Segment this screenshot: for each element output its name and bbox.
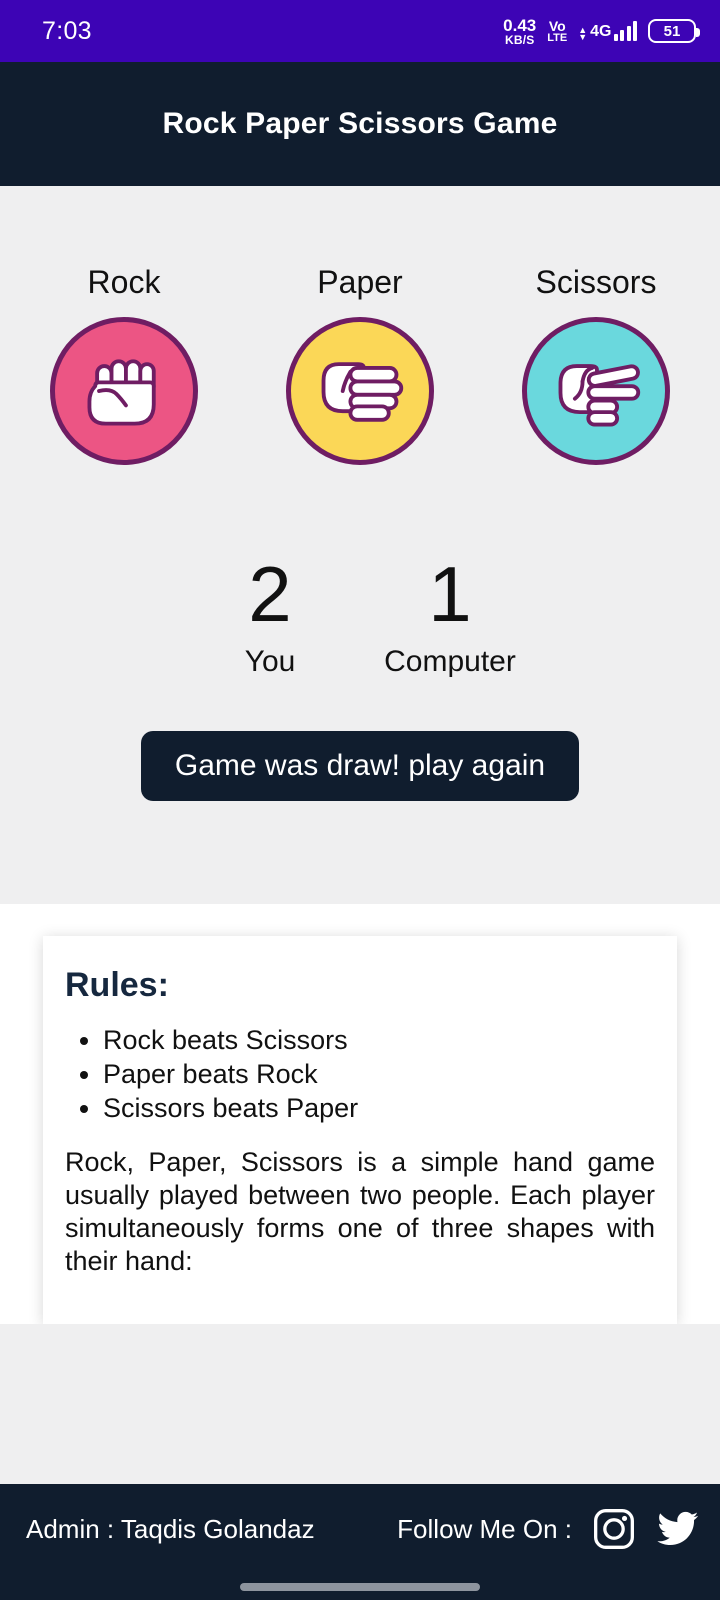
twitter-icon[interactable]	[656, 1507, 700, 1551]
score-computer: 1 Computer	[360, 550, 540, 679]
network-speed-value: 0.43	[503, 15, 537, 35]
rules-card: Rules: Rock beats Scissors Paper beats R…	[43, 936, 677, 1324]
list-item: Scissors beats Paper	[103, 1093, 655, 1123]
choice-button-scissors[interactable]: Scissors	[478, 264, 714, 465]
page-title: Rock Paper Scissors Game	[162, 107, 558, 140]
rules-heading: Rules:	[65, 966, 169, 1004]
app-root: 7:03 0.43 KB/S Vo LTE ▲ ▼ 4G 51 Rock Pape…	[0, 0, 720, 1600]
list-item: Rock beats Scissors	[103, 1025, 655, 1055]
status-bar: 7:03 0.43 KB/S Vo LTE ▲ ▼ 4G 51	[0, 0, 720, 62]
status-bar-clock: 7:03	[42, 16, 92, 45]
choice-label-scissors: Scissors	[535, 264, 657, 300]
score-you-label: You	[244, 645, 296, 679]
choice-button-rock[interactable]: Rock	[6, 264, 242, 465]
data-transfer-arrows-icon: ▲ ▼	[578, 24, 588, 42]
follow-label: Follow Me On :	[397, 1513, 572, 1544]
battery-level-text: 51	[663, 22, 681, 40]
flat-hand-icon	[312, 343, 408, 439]
volte-top-text: Vo	[548, 17, 566, 34]
volte-icon: Vo LTE	[547, 19, 567, 44]
choice-circle-scissors[interactable]	[522, 317, 670, 465]
network-speed-indicator: 0.43 KB/S	[503, 17, 536, 46]
rules-paragraph: Rock, Paper, Scissors is a simple hand g…	[65, 1146, 655, 1276]
two-finger-hand-icon	[548, 343, 644, 439]
score-computer-label: Computer	[384, 645, 516, 679]
admin-credit: Admin : Taqdis Golandaz	[26, 1513, 315, 1544]
choice-circle-rock[interactable]	[50, 317, 198, 465]
rules-list: Rock beats Scissors Paper beats Rock Sci…	[65, 1025, 655, 1124]
gesture-handle[interactable]	[240, 1583, 480, 1591]
signal-bars-icon	[613, 21, 637, 41]
signal-indicator: ▲ ▼ 4G	[578, 21, 637, 41]
fist-hand-icon	[76, 343, 172, 439]
score-computer-value: 1	[428, 550, 472, 638]
system-navigation-bar	[0, 1574, 720, 1600]
app-header: Rock Paper Scissors Game	[0, 62, 720, 186]
choice-buttons-row: Rock Paper Scissors	[0, 264, 720, 465]
list-item: Paper beats Rock	[103, 1059, 655, 1089]
page-filler	[0, 1324, 720, 1484]
page-footer: Admin : Taqdis Golandaz Follow Me On :	[0, 1484, 720, 1574]
result-message-button[interactable]: Game was draw! play again	[140, 731, 580, 802]
rules-section: Rules: Rock beats Scissors Paper beats R…	[0, 904, 720, 1324]
network-type-label: 4G	[590, 23, 612, 40]
choice-label-rock: Rock	[87, 264, 161, 300]
choice-label-paper: Paper	[317, 264, 403, 300]
choice-button-paper[interactable]: Paper	[242, 264, 478, 465]
game-section: Rock Paper Scissors 2 You 1 Computer Gam…	[0, 186, 720, 904]
score-you: 2 You	[180, 550, 360, 679]
score-you-value: 2	[248, 550, 292, 638]
volte-bottom-text: LTE	[547, 31, 568, 44]
choice-circle-paper[interactable]	[286, 317, 434, 465]
network-speed-unit: KB/S	[504, 32, 535, 47]
status-bar-indicators: 0.43 KB/S Vo LTE ▲ ▼ 4G 51	[503, 17, 700, 46]
scoreboard: 2 You 1 Computer	[180, 550, 540, 679]
battery-icon: 51	[648, 19, 700, 43]
instagram-icon[interactable]	[592, 1507, 636, 1551]
social-links: Follow Me On :	[397, 1507, 700, 1551]
